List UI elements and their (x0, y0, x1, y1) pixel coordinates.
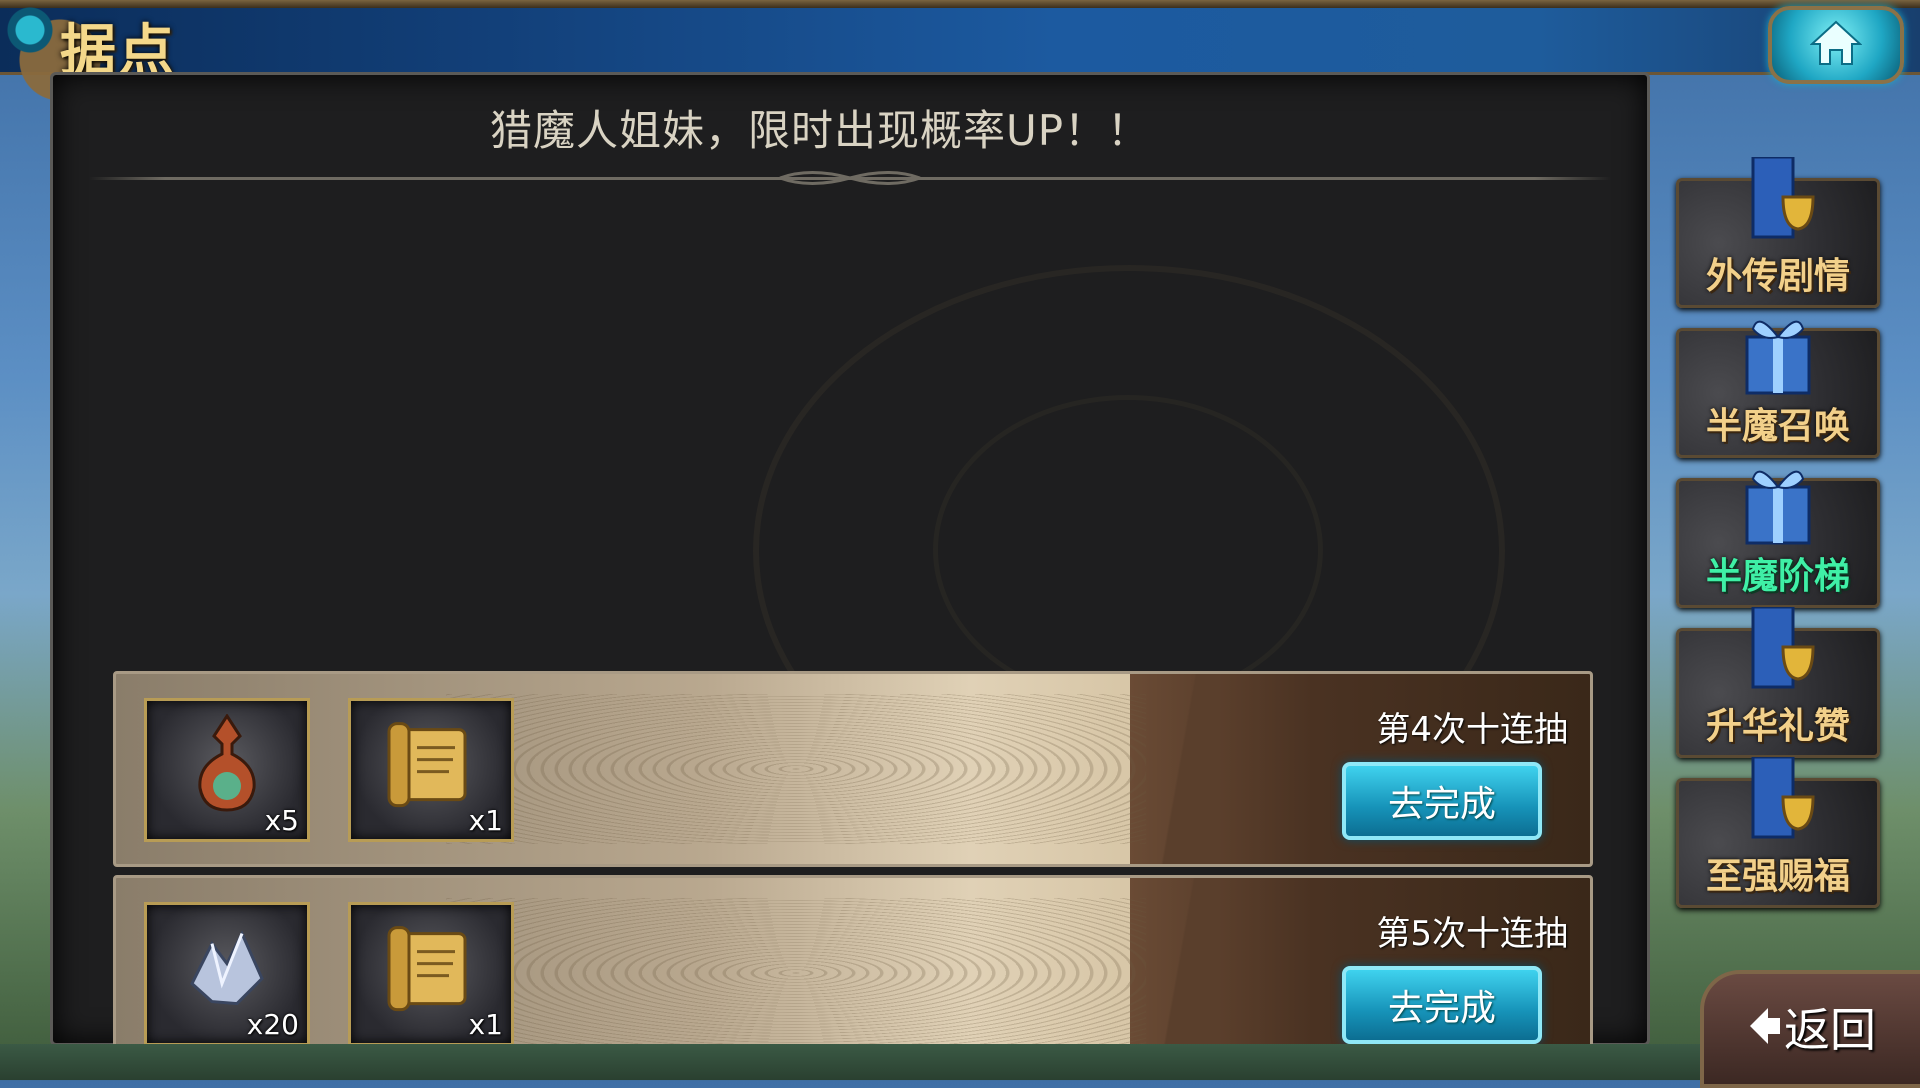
crystal-icon (190, 930, 264, 1006)
sidebar-item-ascension[interactable]: 升华礼赞 (1676, 607, 1880, 758)
reward-count: x1 (468, 804, 503, 837)
home-icon (1810, 20, 1862, 65)
top-bar-rim (0, 0, 1920, 8)
sidebar-item-label: 半魔阶梯 (1705, 556, 1850, 597)
sidebar-item-label: 半魔召唤 (1705, 406, 1850, 447)
potion-icon (198, 714, 256, 812)
task-label: 第4次十连抽 (1376, 710, 1568, 750)
background-landscape (0, 1044, 1920, 1080)
event-banner-title: 猎魔人姐妹，限时出现概率UP！！ (489, 106, 1151, 155)
go-complete-button[interactable]: 去完成 (1342, 966, 1542, 1044)
task-row: x20 x1 第5次十连抽 去完成 (113, 875, 1593, 1051)
event-panel: 猎魔人姐妹，限时出现概率UP！！ x5 x1 第4次十连抽 去完成 x20 x1… (50, 72, 1650, 1051)
gift-box-icon (1745, 470, 1811, 545)
reward-count: x1 (468, 1008, 503, 1041)
back-label: 返回 (1784, 1003, 1876, 1057)
scroll-icon (387, 722, 467, 808)
back-button[interactable]: 返回 (1700, 970, 1920, 1088)
reward-slot[interactable]: x1 (348, 902, 514, 1046)
background-sigil-inner (933, 395, 1323, 705)
home-button[interactable] (1768, 6, 1904, 84)
scroll-icon (387, 926, 467, 1012)
sidebar-item-ladder[interactable]: 半魔阶梯 (1676, 470, 1880, 608)
gift-box-icon (1745, 320, 1811, 395)
task-row: x5 x1 第4次十连抽 去完成 (113, 671, 1593, 867)
reward-count: x5 (264, 804, 299, 837)
sidebar-item-label: 至强赐福 (1705, 856, 1850, 897)
trophy-banner-icon (1751, 607, 1815, 689)
sidebar-item-summon[interactable]: 半魔召唤 (1676, 320, 1880, 458)
trophy-banner-icon (1751, 157, 1815, 239)
back-arrow-icon (1750, 1008, 1780, 1044)
reward-slot[interactable]: x5 (144, 698, 310, 842)
reward-count: x20 (246, 1008, 299, 1041)
go-complete-button[interactable]: 去完成 (1342, 762, 1542, 840)
sidebar-item-label: 外传剧情 (1705, 256, 1850, 297)
reward-slot[interactable]: x1 (348, 698, 514, 842)
top-bar (0, 0, 1920, 75)
reward-slot[interactable]: x20 (144, 902, 310, 1046)
sidebar-item-label: 升华礼赞 (1705, 706, 1850, 747)
sidebar-item-blessing[interactable]: 至强赐福 (1676, 757, 1880, 908)
divider-ornament (779, 171, 921, 185)
task-label: 第5次十连抽 (1376, 914, 1568, 954)
sidebar-item-side-story[interactable]: 外传剧情 (1676, 157, 1880, 308)
trophy-banner-icon (1751, 757, 1815, 839)
